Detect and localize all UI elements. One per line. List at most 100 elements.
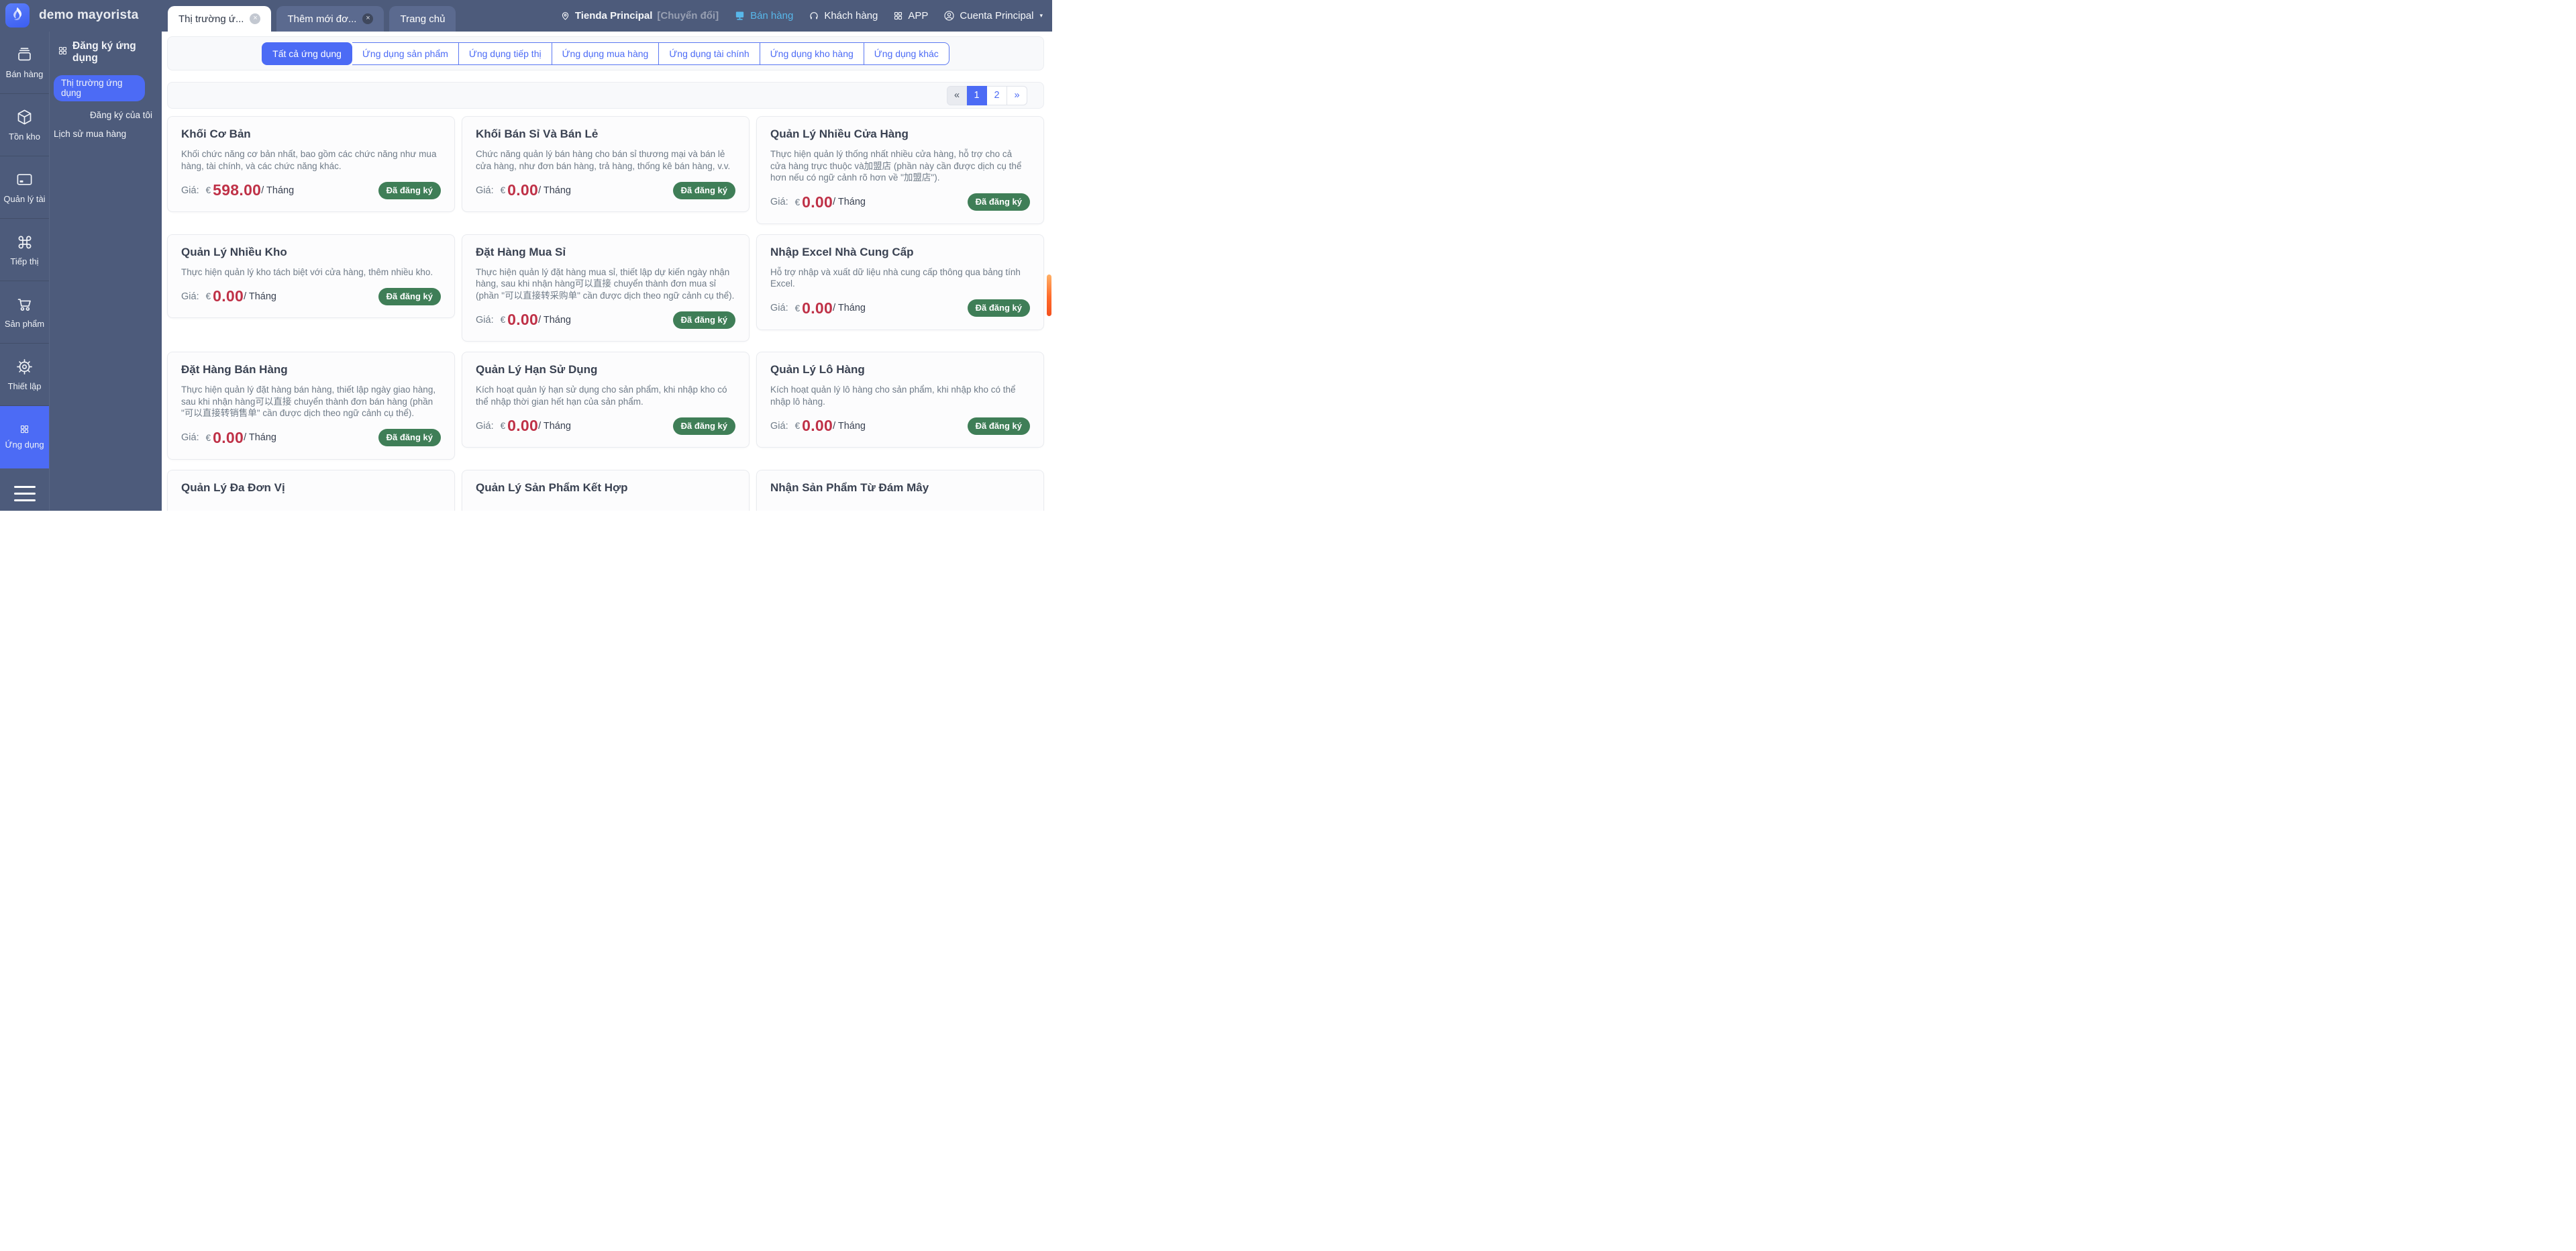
price-label: Giá: (476, 421, 494, 432)
sidebar-item-2[interactable]: Tồn kho (0, 94, 49, 156)
app-card: Nhận Sản Phẩm Từ Đám Mây (756, 470, 1044, 511)
price-period: / Tháng (261, 185, 294, 196)
scrollbar-thumb[interactable] (1047, 274, 1051, 316)
price-label: Giá: (476, 315, 494, 326)
price-period: / Tháng (538, 421, 571, 432)
pagination-prev[interactable]: « (947, 86, 967, 105)
pin-icon (560, 11, 570, 21)
currency-symbol: € (501, 421, 506, 431)
app-card-title: Đặt Hàng Bán Hàng (181, 362, 441, 377)
filter-button-4[interactable]: Ứng dụng mua hàng (552, 42, 660, 65)
app-card: Quản Lý Sản Phẩm Kết Hợp (462, 470, 750, 511)
registered-badge: Đã đăng ký (378, 429, 441, 446)
app-card-title: Nhập Excel Nhà Cung Cấp (770, 244, 1030, 260)
price-amount: 0.00 (802, 193, 833, 211)
currency-symbol: € (795, 303, 801, 313)
topmenu-label: Khách hàng (824, 10, 878, 21)
topmenu-item-headset[interactable]: Khách hàng (809, 10, 878, 21)
user-icon (943, 10, 955, 21)
topmenu-item-grid4[interactable]: APP (893, 10, 928, 21)
pagination-next[interactable]: » (1007, 86, 1027, 105)
app-logo[interactable] (5, 3, 30, 28)
price-label: Giá: (181, 185, 199, 196)
app-card-title: Quản Lý Nhiều Cửa Hàng (770, 126, 1030, 142)
swirl-drop-icon (9, 5, 26, 26)
topmenu-label: Bán hàng (750, 10, 793, 21)
app-card-title: Khối Cơ Bản (181, 126, 441, 142)
filter-button-5[interactable]: Ứng dụng tài chính (659, 42, 760, 65)
pagination-page-2[interactable]: 2 (987, 86, 1007, 105)
registered-badge: Đã đăng ký (968, 299, 1030, 317)
app-card: Quản Lý Lô HàngKích hoạt quản lý lô hàng… (756, 352, 1044, 448)
brand-name: demo mayorista (39, 8, 139, 23)
price-row: Giá:€0.00/ ThángĐã đăng ký (770, 193, 1030, 211)
pagination-page-1[interactable]: 1 (967, 86, 987, 105)
grid-icon (58, 46, 68, 59)
price-row: Giá:€0.00/ ThángĐã đăng ký (770, 299, 1030, 317)
filter-button-2[interactable]: Ứng dụng sản phẩm (352, 42, 459, 65)
app-card-title: Quản Lý Sản Phẩm Kết Hợp (476, 480, 735, 495)
close-icon[interactable]: × (250, 13, 260, 24)
topmenu-item-pin[interactable]: Tienda Principal[Chuyển đổi] (560, 10, 719, 21)
sidebar-item-7[interactable]: Ứng dụng (0, 406, 49, 468)
currency-symbol: € (795, 421, 801, 431)
price-amount: 0.00 (802, 299, 833, 317)
price-label: Giá: (770, 303, 788, 313)
sidebar-item-6[interactable]: Thiết lập (0, 344, 49, 406)
topmenu: Tienda Principal[Chuyển đổi] Bán hàng Khác… (560, 0, 1043, 32)
price-amount: 598.00 (213, 181, 261, 199)
filter-button-7[interactable]: Ứng dụng khác (864, 42, 949, 65)
app-card-description: Kích hoạt quản lý hạn sử dụng cho sản ph… (476, 384, 735, 407)
price-label: Giá: (181, 432, 199, 443)
currency-symbol: € (206, 291, 211, 301)
currency-symbol: € (206, 185, 211, 195)
app-window: demo mayorista Thị trường ứ...×Thêm mới … (0, 0, 1052, 511)
registered-badge: Đã đăng ký (673, 182, 735, 199)
price-row: Giá:€0.00/ ThángĐã đăng ký (476, 311, 735, 329)
grid4-icon (19, 424, 30, 434)
topmenu-item-user[interactable]: Cuenta Principal▾ (943, 10, 1043, 21)
filter-button-3[interactable]: Ứng dụng tiếp thị (459, 42, 552, 65)
app-card-grid: Khối Cơ Bản Khối chức năng cơ bản nhất, b… (167, 116, 1044, 511)
submenu-title: Đăng ký ứng dụng (50, 40, 162, 64)
app-card-description: Khối chức năng cơ bản nhất, bao gồm các … (181, 148, 441, 172)
filter-button-group: Tất cả ứng dụngỨng dụng sản phẩmỨng dụng… (262, 42, 949, 65)
card-icon (15, 170, 34, 189)
gear-icon (15, 358, 34, 376)
app-card-title: Quản Lý Hạn Sử Dụng (476, 362, 735, 377)
submenu-item-3[interactable]: Lịch sử mua hàng (50, 129, 162, 139)
hamburger-menu-icon[interactable] (0, 486, 49, 501)
price-amount: 0.00 (802, 417, 833, 435)
store-switch-label[interactable]: [Chuyển đổi] (657, 10, 719, 21)
sidebar-item-4[interactable]: Tiếp thị (0, 219, 49, 281)
submenu-item-2[interactable]: Đăng ký của tôi (50, 110, 162, 120)
registered-badge: Đã đăng ký (968, 193, 1030, 211)
sidebar-item-label: Quản lý tài (3, 194, 45, 204)
price-label: Giá: (181, 291, 199, 302)
app-card: Quản Lý Hạn Sử Dụng Kích hoạt quản lý hạn… (462, 352, 750, 448)
sidebar-item-label: Tồn kho (9, 132, 40, 142)
filter-button-6[interactable]: Ứng dụng kho hàng (760, 42, 864, 65)
sidebar-item-label: Tiếp thị (10, 256, 38, 266)
tab-1[interactable]: Thị trường ứ...× (168, 6, 271, 32)
app-card: Khối Bán Sỉ Và Bán LẻChức năng quản lý b… (462, 116, 750, 212)
layout: Bán hàng Tồn kho Quản lý tài Tiếp thị Sản ph… (0, 32, 1052, 511)
tab-2[interactable]: Thêm mới đơ...× (276, 6, 384, 32)
tab-3[interactable]: Trang chủ (389, 6, 456, 32)
topmenu-item-monitor[interactable]: Bán hàng (734, 10, 793, 21)
app-card: Khối Cơ Bản Khối chức năng cơ bản nhất, b… (167, 116, 455, 212)
sidebar-item-5[interactable]: Sản phẩm (0, 281, 49, 344)
close-icon[interactable]: × (362, 13, 373, 24)
app-card-title: Quản Lý Nhiều Kho (181, 244, 441, 260)
pagination-bar: «12» (167, 82, 1044, 109)
sidebar-item-1[interactable]: Bán hàng (0, 32, 49, 94)
price-amount: 0.00 (507, 417, 538, 435)
topmenu-label: APP (908, 10, 928, 21)
app-card: Đặt Hàng Bán HàngThực hiện quản lý đặt h… (167, 352, 455, 460)
sidebar-item-3[interactable]: Quản lý tài (0, 156, 49, 219)
shop-icon (15, 46, 34, 64)
submenu-item-1[interactable]: Thị trường ứng dụng (54, 75, 145, 101)
filter-button-1[interactable]: Tất cả ứng dụng (262, 42, 352, 65)
sidebar-item-label: Thiết lập (8, 381, 42, 391)
app-card-description: Kích hoạt quản lý lô hàng cho sản phẩm, … (770, 384, 1030, 407)
